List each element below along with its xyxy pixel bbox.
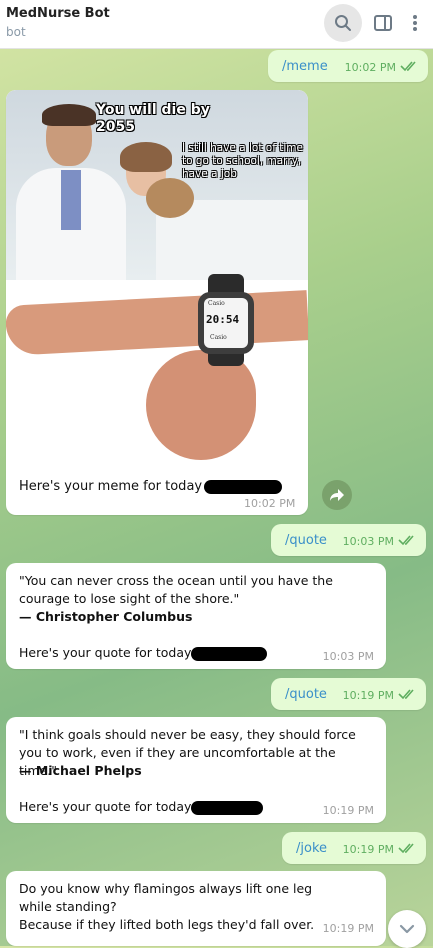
watch-top-label: Casio bbox=[208, 300, 225, 307]
quote-footer: Here's your quote for today bbox=[19, 798, 264, 816]
quote-footer-text: Here's your quote for today bbox=[19, 799, 192, 814]
incoming-quote-message[interactable]: "I think goals should never be easy, the… bbox=[6, 717, 386, 823]
quote-author: — Christopher Columbus bbox=[19, 609, 193, 624]
message-time: 10:03 PM bbox=[322, 650, 374, 663]
forward-button[interactable] bbox=[322, 480, 352, 510]
message-time: 10:19 PM bbox=[342, 843, 394, 856]
command-link[interactable]: /joke bbox=[296, 841, 327, 856]
watch-time: 20:54 bbox=[206, 313, 240, 326]
command-link[interactable]: /quote bbox=[285, 687, 327, 702]
command-link[interactable]: /quote bbox=[285, 533, 327, 548]
more-options-button[interactable] bbox=[400, 4, 430, 42]
watch-bottom-label: Casio bbox=[210, 334, 227, 341]
more-vertical-icon bbox=[413, 15, 417, 31]
smartwatch-illustration: Casio 20:54 Casio bbox=[196, 274, 256, 366]
command-link[interactable]: /meme bbox=[282, 59, 328, 74]
message-time: 10:03 PM bbox=[342, 535, 394, 548]
redacted-area bbox=[191, 800, 264, 815]
message-time: 10:19 PM bbox=[342, 689, 394, 702]
meme-caption-text: Here's your meme for today bbox=[19, 479, 203, 494]
outgoing-message[interactable]: /joke 10:19 PM bbox=[282, 832, 426, 864]
joke-line-1: Do you know why flamingos always lift on… bbox=[19, 881, 313, 914]
outgoing-message[interactable]: /quote 10:19 PM bbox=[271, 678, 426, 710]
meme-caption: Here's your meme for today bbox=[19, 478, 283, 496]
search-button[interactable] bbox=[324, 4, 362, 42]
incoming-joke-message[interactable]: Do you know why flamingos always lift on… bbox=[6, 871, 386, 946]
chat-subtitle: bot bbox=[6, 25, 26, 39]
quote-text: "You can never cross the ocean until you… bbox=[19, 573, 333, 606]
quote-footer-text: Here's your quote for today bbox=[19, 645, 192, 660]
message-time: 10:02 PM bbox=[344, 61, 396, 74]
message-time: 10:19 PM bbox=[322, 922, 374, 935]
meme-top-caption: You will die by 2055 bbox=[96, 102, 210, 135]
double-check-icon bbox=[398, 689, 414, 700]
double-check-icon bbox=[398, 843, 414, 854]
incoming-quote-message[interactable]: "You can never cross the ocean until you… bbox=[6, 563, 386, 669]
redacted-area bbox=[191, 646, 268, 661]
double-check-icon bbox=[398, 535, 414, 546]
quote-footer: Here's your quote for today bbox=[19, 644, 268, 662]
meme-girl-caption: I still have a lot of time to go to scho… bbox=[182, 142, 303, 180]
redacted-area bbox=[204, 479, 283, 494]
chat-title[interactable]: MedNurse Bot bbox=[6, 6, 110, 21]
search-icon bbox=[335, 15, 351, 31]
chat-header: MedNurse Bot bot bbox=[0, 0, 433, 49]
quote-author: — Michael Phelps bbox=[19, 763, 142, 778]
outgoing-message[interactable]: /quote 10:03 PM bbox=[271, 524, 426, 556]
scroll-to-bottom-button[interactable] bbox=[388, 910, 426, 948]
meme-image[interactable]: You will die by 2055 I still have a lot … bbox=[6, 90, 308, 470]
sidebar-toggle-icon bbox=[374, 15, 392, 31]
meme-top-panel: You will die by 2055 I still have a lot … bbox=[6, 90, 308, 280]
double-check-icon bbox=[400, 61, 416, 72]
sidebar-toggle-button[interactable] bbox=[364, 4, 402, 42]
meme-bottom-panel: Casio 20:54 Casio bbox=[6, 274, 308, 470]
outgoing-message[interactable]: /meme 10:02 PM bbox=[268, 50, 428, 82]
forward-icon bbox=[330, 489, 344, 501]
joke-line-2: Because if they lifted both legs they'd … bbox=[19, 917, 315, 932]
message-time: 10:19 PM bbox=[322, 804, 374, 817]
chevron-down-icon bbox=[399, 924, 415, 934]
